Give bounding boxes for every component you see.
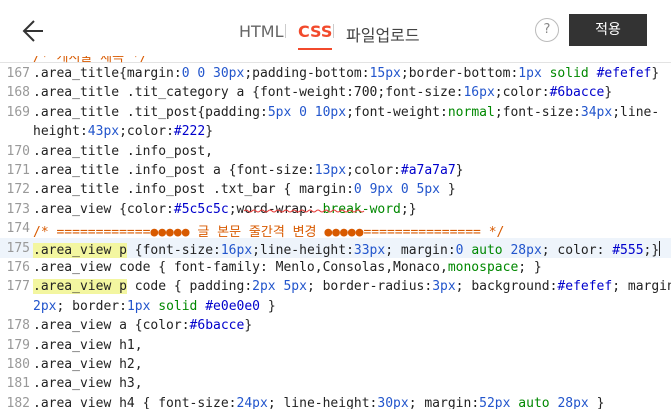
line-number: 175 [6, 240, 30, 256]
line-number: 173 [6, 201, 30, 217]
code-line[interactable]: .area_view h4 { font-size:24px; line-hei… [33, 396, 604, 409]
line-number: 182 [6, 395, 30, 409]
divider [285, 24, 286, 38]
code-line[interactable]: .area_title .tit_post{padding:5px 0 10px… [33, 105, 659, 120]
help-button[interactable]: ? [535, 18, 559, 42]
code-line[interactable]: .area_title{margin:0 0 30px;padding-bott… [33, 66, 659, 81]
code-line[interactable]: 2px; border:1px solid #e0e0e0 } [33, 299, 276, 314]
line-number: 177 [6, 279, 30, 295]
line-number: 176 [6, 260, 30, 275]
line-number: 172 [6, 182, 30, 198]
code-line[interactable]: .area_title .tit_category a {font-weight… [33, 85, 612, 100]
code-line[interactable]: height:43px;color:#222} [33, 124, 213, 139]
code-line[interactable]: .area_view a {color:#6bacce} [33, 318, 252, 333]
code-line[interactable]: .area_view h1, [33, 338, 143, 353]
arrow-left-icon[interactable] [20, 17, 44, 45]
code-line[interactable]: .area_title .info_post .txt_bar { margin… [33, 182, 456, 197]
tab-file-upload[interactable]: 파일업로드 [346, 22, 420, 46]
spellcheck-underline [244, 209, 365, 213]
code-line[interactable]: .area_view p {font-size:16px;line-height… [33, 240, 661, 258]
code-line[interactable]: .area_title .info_post a {font-size:13px… [33, 163, 464, 178]
code-line-partial: /* 게시물 제목 */ [33, 56, 148, 65]
css-code-editor[interactable]: /* 게시물 제목 */ 167 .area_title{margin:0 0 3… [0, 56, 671, 409]
code-line[interactable]: .area_view p code { padding:2px 5px; bor… [33, 279, 671, 295]
code-line[interactable]: .area_view h2, [33, 357, 143, 372]
line-number: 180 [6, 357, 30, 372]
tab-css[interactable]: CSS [298, 22, 333, 50]
code-line[interactable]: .area_view h3, [33, 376, 143, 391]
line-number: 171 [6, 163, 30, 178]
line-number: 181 [6, 376, 30, 392]
apply-button[interactable]: 적용 [569, 14, 647, 46]
line-number: 168 [6, 85, 30, 101]
line-number: 167 [6, 66, 30, 81]
line-number: 179 [6, 337, 30, 353]
line-number: 169 [6, 104, 30, 120]
code-line[interactable]: .area_view code { font-family: Menlo,Con… [33, 260, 542, 275]
line-number: 170 [6, 143, 30, 159]
top-toolbar: HTML CSS 파일업로드 ? 적용 [0, 0, 671, 63]
code-line[interactable]: .area_title .info_post, [33, 144, 213, 159]
line-number: 178 [6, 318, 30, 334]
code-line[interactable]: /* ============●●●●● 글 본문 줄간격 변경 ●●●●●==… [33, 221, 504, 240]
divider [333, 24, 334, 38]
tab-html[interactable]: HTML [239, 22, 284, 41]
line-number: 174 [6, 221, 30, 237]
